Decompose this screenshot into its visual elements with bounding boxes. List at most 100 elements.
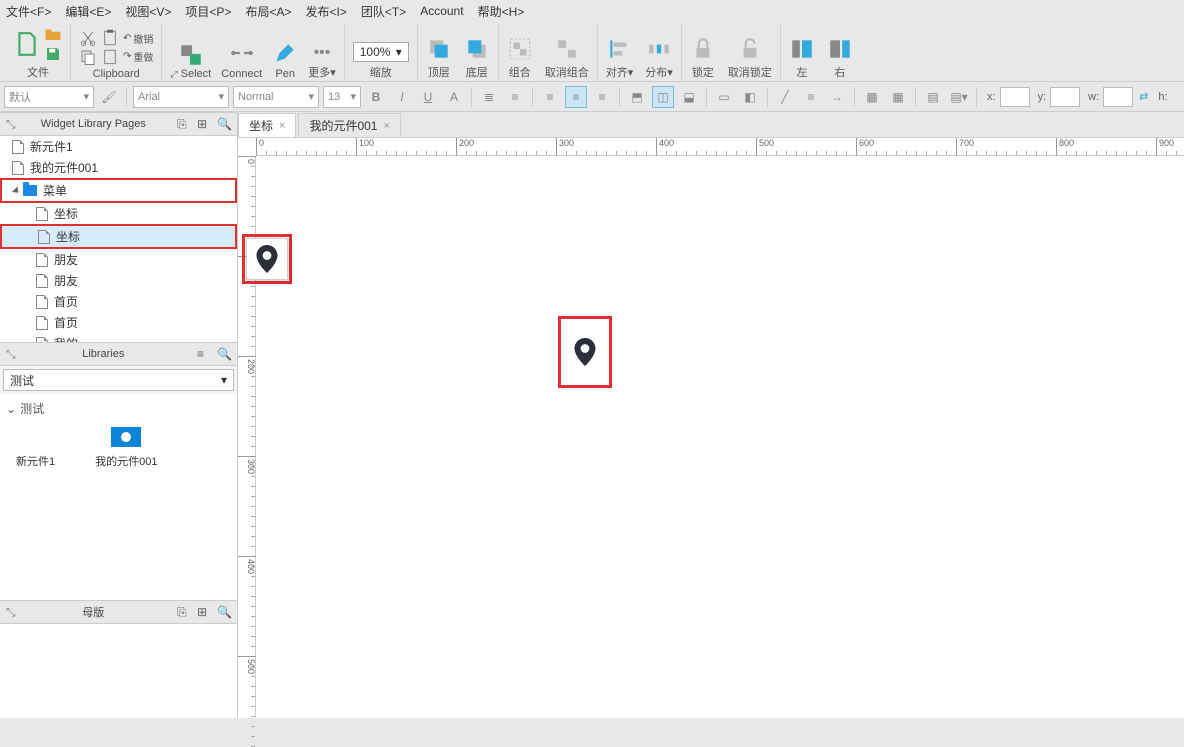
paste-icon[interactable] xyxy=(101,29,119,47)
undo-icon[interactable]: ↶ xyxy=(123,33,131,44)
add-master-icon[interactable]: ⎘ xyxy=(177,605,191,619)
pen-icon[interactable] xyxy=(272,40,298,66)
tree-item[interactable]: 我的元件001 xyxy=(0,157,237,178)
close-icon[interactable]: × xyxy=(383,120,389,132)
fill-color-button[interactable]: ◧ xyxy=(739,86,761,108)
document-tab[interactable]: 我的元件001× xyxy=(298,113,400,137)
menu-icon[interactable]: ≡ xyxy=(197,347,211,361)
unlock-icon[interactable] xyxy=(737,36,763,62)
padding2-button[interactable]: ▤▾ xyxy=(948,86,970,108)
dock-left-icon[interactable] xyxy=(789,36,815,62)
border-button[interactable]: ▦ xyxy=(861,86,883,108)
menu-view[interactable]: 视图<V> xyxy=(125,3,171,20)
redo-label[interactable]: 重做 xyxy=(133,49,153,64)
distribute-icon[interactable] xyxy=(646,36,672,62)
collapse-icon[interactable]: ⤡ xyxy=(6,117,16,132)
library-item[interactable]: 我的元件001 xyxy=(95,427,157,469)
size-select[interactable]: 13▾ xyxy=(323,86,361,108)
y-input[interactable] xyxy=(1050,87,1080,107)
more-icon[interactable]: ••• xyxy=(314,44,331,62)
menu-project[interactable]: 项目<P> xyxy=(185,3,231,20)
group-icon[interactable] xyxy=(507,36,533,62)
italic-button[interactable]: I xyxy=(391,86,413,108)
collapse-icon[interactable]: ⤡ xyxy=(6,347,16,362)
lock-icon[interactable] xyxy=(690,36,716,62)
padding-button[interactable]: ▤ xyxy=(922,86,944,108)
canvas[interactable] xyxy=(256,156,1184,718)
distribute-label[interactable]: 分布▾ xyxy=(645,64,673,80)
send-back-icon[interactable] xyxy=(464,36,490,62)
search-icon[interactable]: 🔍 xyxy=(217,117,231,131)
valign-top-button[interactable]: ⬒ xyxy=(626,86,648,108)
location-pin-widget[interactable] xyxy=(246,238,288,280)
library-item[interactable]: 新元件1 xyxy=(16,427,55,469)
tree-item[interactable]: 首页 xyxy=(0,291,237,312)
valign-bottom-button[interactable]: ⬓ xyxy=(678,86,700,108)
fill-button[interactable]: ▭ xyxy=(713,86,735,108)
menu-edit[interactable]: 编辑<E> xyxy=(65,3,111,20)
valign-middle-button[interactable]: ◫ xyxy=(652,86,674,108)
copy-icon[interactable] xyxy=(79,48,97,66)
paste2-icon[interactable] xyxy=(101,48,119,66)
w-input[interactable] xyxy=(1103,87,1133,107)
tree-item[interactable]: 新元件1 xyxy=(0,136,237,157)
line-style-button[interactable]: ╱ xyxy=(774,86,796,108)
align-label[interactable]: 对齐▾ xyxy=(606,64,634,80)
menu-account[interactable]: Account xyxy=(420,4,463,18)
border2-button[interactable]: ▦ xyxy=(887,86,909,108)
new-file-icon[interactable] xyxy=(14,31,40,57)
bold-button[interactable]: B xyxy=(365,86,387,108)
expand-arrow-icon[interactable] xyxy=(12,186,21,195)
add-page-icon[interactable]: ⎘ xyxy=(177,117,191,131)
tree-item[interactable]: 首页 xyxy=(0,312,237,333)
menu-publish[interactable]: 发布<I> xyxy=(305,3,346,20)
align-center-button[interactable]: ≡ xyxy=(565,86,587,108)
zoom-select[interactable]: 100%▾ xyxy=(353,42,409,62)
line-spacing-button[interactable]: ≡ xyxy=(504,86,526,108)
collapse-icon[interactable]: ⤡ xyxy=(6,605,16,620)
location-pin-icon[interactable] xyxy=(574,338,596,366)
more-label[interactable]: 更多▾ xyxy=(308,64,336,80)
arrow-button[interactable]: → xyxy=(826,86,848,108)
align-left-button[interactable]: ≡ xyxy=(539,86,561,108)
menu-help[interactable]: 帮助<H> xyxy=(478,3,525,20)
menu-file[interactable]: 文件<F> xyxy=(6,3,51,20)
tree-item[interactable]: 朋友 xyxy=(0,270,237,291)
select-icon[interactable] xyxy=(178,42,204,68)
tree-item[interactable]: 菜单 xyxy=(2,180,235,201)
close-icon[interactable]: × xyxy=(279,120,285,132)
library-select[interactable]: 测试▾ xyxy=(3,369,234,391)
font-select[interactable]: Arial▾ xyxy=(133,86,229,108)
bullets-button[interactable]: ≣ xyxy=(478,86,500,108)
add-folder-icon[interactable]: ⊞ xyxy=(197,117,211,131)
tree-item[interactable]: 坐标 xyxy=(0,203,237,224)
save-icon[interactable] xyxy=(44,45,62,63)
tree-item[interactable]: 我的 xyxy=(0,333,237,342)
lock-ratio-icon[interactable]: ⇄ xyxy=(1139,90,1148,103)
undo-label[interactable]: 撤销 xyxy=(133,31,153,46)
format-painter-icon[interactable]: 🖌 xyxy=(98,86,120,108)
document-tab[interactable]: 坐标× xyxy=(238,113,296,137)
weight-select[interactable]: Normal▾ xyxy=(233,86,319,108)
text-color-button[interactable]: A xyxy=(443,86,465,108)
line-width-button[interactable]: ≡ xyxy=(800,86,822,108)
open-icon[interactable] xyxy=(44,25,62,43)
bring-front-icon[interactable] xyxy=(426,36,452,62)
align-icon[interactable] xyxy=(607,36,633,62)
underline-button[interactable]: U xyxy=(417,86,439,108)
cut-icon[interactable] xyxy=(79,29,97,47)
x-input[interactable] xyxy=(1000,87,1030,107)
ungroup-icon[interactable] xyxy=(554,36,580,62)
menu-team[interactable]: 团队<T> xyxy=(361,3,406,20)
style-select[interactable]: 默认▾ xyxy=(4,86,94,108)
search-icon[interactable]: 🔍 xyxy=(217,347,231,361)
menu-layout[interactable]: 布局<A> xyxy=(245,3,291,20)
redo-icon[interactable]: ↷ xyxy=(123,51,131,62)
add-folder-icon[interactable]: ⊞ xyxy=(197,605,211,619)
connect-icon[interactable] xyxy=(229,40,255,66)
dock-right-icon[interactable] xyxy=(827,36,853,62)
library-category[interactable]: ⌄测试 xyxy=(6,400,231,417)
tree-item[interactable]: 坐标 xyxy=(2,226,235,247)
search-icon[interactable]: 🔍 xyxy=(217,605,231,619)
align-right-button[interactable]: ≡ xyxy=(591,86,613,108)
